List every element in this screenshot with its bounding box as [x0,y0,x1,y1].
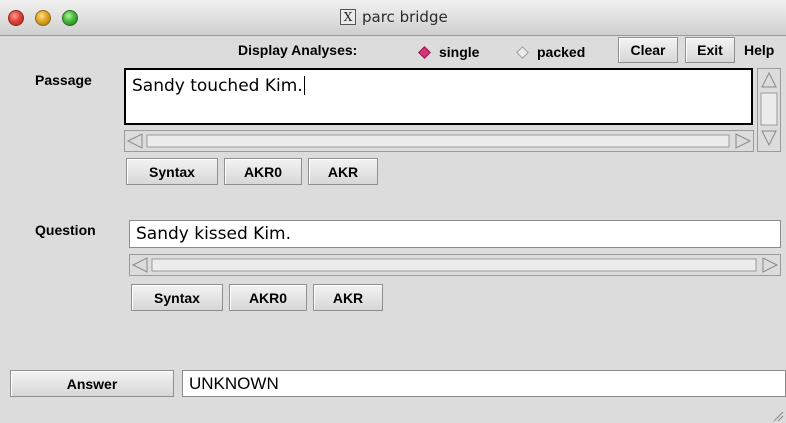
question-input[interactable]: Sandy kissed Kim. [129,220,781,248]
question-horizontal-scrollbar[interactable] [129,254,781,276]
passage-text: Sandy touched Kim. [132,76,303,96]
question-label: Question [35,222,96,238]
radio-packed-indicator-icon[interactable] [516,45,529,59]
answer-text: UNKNOWN [189,373,279,393]
display-analyses-label: Display Analyses: [238,42,358,58]
radio-packed[interactable]: packed [516,44,586,60]
help-button[interactable]: Help [744,42,774,58]
scroll-right-arrow-icon[interactable] [762,257,779,273]
radio-single[interactable]: single [418,44,480,60]
scroll-right-arrow-icon[interactable] [735,133,752,149]
passage-vertical-scrollbar[interactable] [757,68,781,152]
title-bar: X parc bridge [0,0,786,36]
question-text: Sandy kissed Kim. [136,224,292,244]
minimize-button-icon[interactable] [35,10,51,26]
passage-horizontal-scrollbar[interactable] [124,130,754,152]
x11-icon: X [340,9,356,25]
scroll-left-arrow-icon[interactable] [126,133,143,149]
passage-akr-button[interactable]: AKR [308,158,378,185]
text-cursor [303,76,305,95]
scroll-track[interactable] [146,134,730,148]
passage-label: Passage [35,72,92,88]
question-akr-button[interactable]: AKR [313,284,383,311]
answer-button[interactable]: Answer [10,370,174,397]
clear-button[interactable]: Clear [618,37,678,63]
zoom-button-icon[interactable] [62,10,78,26]
radio-packed-label: packed [537,44,586,60]
question-akr0-button[interactable]: AKR0 [229,284,307,311]
scroll-thumb[interactable] [760,92,778,126]
exit-button[interactable]: Exit [685,37,735,63]
scroll-track[interactable] [151,258,757,272]
window-title: X parc bridge [340,8,448,26]
close-button-icon[interactable] [8,10,24,26]
passage-akr0-button[interactable]: AKR0 [224,158,302,185]
resize-grip-icon[interactable] [770,408,784,422]
passage-syntax-button[interactable]: Syntax [126,158,218,185]
window-title-text: parc bridge [362,8,448,26]
scroll-left-arrow-icon[interactable] [131,257,148,273]
question-syntax-button[interactable]: Syntax [131,284,223,311]
passage-input[interactable]: Sandy touched Kim. [124,68,753,125]
answer-output: UNKNOWN [182,370,786,397]
scroll-down-arrow-icon[interactable] [761,130,777,147]
radio-single-label: single [439,44,480,60]
scroll-up-arrow-icon[interactable] [761,71,777,88]
radio-single-indicator-icon[interactable] [418,45,431,59]
